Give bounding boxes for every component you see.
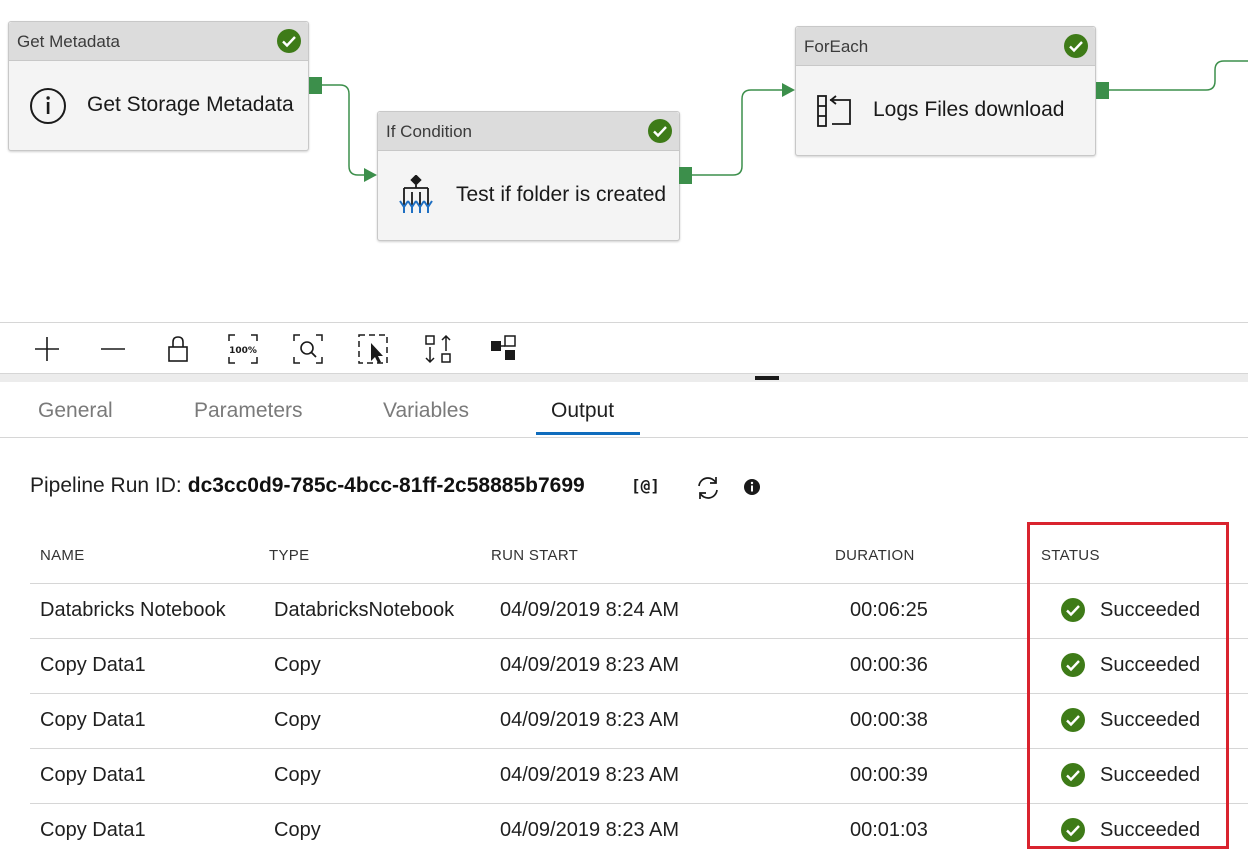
cell-run-start: 04/09/2019 8:23 AM bbox=[500, 709, 680, 731]
tab-output[interactable]: Output bbox=[551, 399, 614, 423]
cell-type: DatabricksNotebook bbox=[274, 599, 455, 621]
output-port[interactable] bbox=[1096, 82, 1109, 99]
activity-type-label: If Condition bbox=[386, 122, 472, 141]
zoom-out-icon[interactable] bbox=[97, 333, 129, 365]
activity-foreach[interactable]: ForEach Logs Files download bbox=[795, 26, 1096, 156]
multi-select-icon[interactable] bbox=[357, 333, 389, 365]
activity-type-label: ForEach bbox=[804, 37, 869, 56]
success-check-icon bbox=[276, 28, 302, 59]
cell-duration: 00:00:39 bbox=[850, 764, 928, 786]
cell-name: Databricks Notebook bbox=[40, 599, 226, 621]
run-id-label: Pipeline Run ID: bbox=[30, 474, 182, 497]
info-icon bbox=[29, 87, 67, 130]
column-header-run-start[interactable]: RUN START bbox=[491, 547, 578, 564]
canvas-toolbar: 100% bbox=[0, 322, 1248, 375]
cell-duration: 00:00:36 bbox=[850, 654, 928, 676]
cell-duration: 00:06:25 bbox=[850, 599, 928, 621]
activity-header: If Condition bbox=[378, 112, 679, 151]
cell-run-start: 04/09/2019 8:23 AM bbox=[500, 764, 680, 786]
zoom-in-icon[interactable] bbox=[31, 333, 63, 365]
cell-duration: 00:01:03 bbox=[850, 819, 928, 841]
layout-icon[interactable] bbox=[488, 333, 520, 365]
cell-duration: 00:00:38 bbox=[850, 709, 928, 731]
column-header-duration[interactable]: DURATION bbox=[835, 547, 915, 564]
pipeline-run-id: Pipeline Run ID: dc3cc0d9-785c-4bcc-81ff-… bbox=[30, 474, 585, 504]
cell-run-start: 04/09/2019 8:23 AM bbox=[500, 654, 680, 676]
tab-parameters[interactable]: Parameters bbox=[194, 399, 303, 423]
activity-name: Logs Files download bbox=[873, 98, 1065, 121]
activity-header: ForEach bbox=[796, 27, 1095, 66]
column-header-type[interactable]: TYPE bbox=[269, 547, 309, 564]
panel-splitter[interactable] bbox=[0, 373, 1248, 382]
activity-get-metadata[interactable]: Get Metadata Get Storage Metadata bbox=[8, 21, 309, 151]
column-header-name[interactable]: NAME bbox=[40, 547, 85, 564]
activity-name: Get Storage Metadata bbox=[87, 93, 294, 116]
cell-name: Copy Data1 bbox=[40, 764, 146, 786]
lock-icon[interactable] bbox=[162, 333, 194, 365]
cell-name: Copy Data1 bbox=[40, 709, 146, 731]
refresh-icon[interactable] bbox=[694, 474, 722, 507]
zoom-to-fit-icon[interactable] bbox=[292, 333, 324, 365]
activity-type-label: Get Metadata bbox=[17, 32, 121, 51]
activity-if-condition[interactable]: If Condition Test if folder is created bbox=[377, 111, 680, 241]
cell-name: Copy Data1 bbox=[40, 819, 146, 841]
zoom-100-icon[interactable]: 100% bbox=[227, 333, 259, 365]
splitter-handle[interactable] bbox=[755, 376, 779, 380]
tab-variables[interactable]: Variables bbox=[383, 399, 469, 423]
copy-run-id-icon[interactable]: [@] bbox=[631, 476, 660, 495]
cell-run-start: 04/09/2019 8:23 AM bbox=[500, 819, 680, 841]
zoom-100-label: 100% bbox=[229, 346, 257, 356]
output-port[interactable] bbox=[309, 77, 322, 94]
activity-header: Get Metadata bbox=[9, 22, 308, 61]
active-tab-indicator bbox=[536, 432, 640, 435]
success-check-icon bbox=[647, 118, 673, 149]
cell-type: Copy bbox=[274, 819, 321, 841]
status-column-highlight bbox=[1027, 522, 1229, 849]
output-port[interactable] bbox=[679, 167, 692, 184]
output-panel-tabs: General Parameters Variables Output bbox=[0, 382, 1248, 438]
activity-name: Test if folder is created bbox=[456, 183, 667, 206]
auto-align-icon[interactable] bbox=[422, 333, 454, 365]
info-icon[interactable] bbox=[743, 478, 761, 501]
cell-type: Copy bbox=[274, 654, 321, 676]
cell-type: Copy bbox=[274, 764, 321, 786]
if-condition-icon bbox=[398, 174, 434, 220]
tab-general[interactable]: General bbox=[38, 399, 113, 423]
cell-run-start: 04/09/2019 8:24 AM bbox=[500, 599, 680, 621]
pipeline-canvas[interactable]: Get Metadata Get Storage Metadata If Con… bbox=[0, 0, 1248, 322]
cell-type: Copy bbox=[274, 709, 321, 731]
foreach-icon bbox=[816, 94, 854, 133]
cell-name: Copy Data1 bbox=[40, 654, 146, 676]
success-check-icon bbox=[1063, 33, 1089, 64]
run-id-value: dc3cc0d9-785c-4bcc-81ff-2c58885b7699 bbox=[187, 474, 585, 497]
